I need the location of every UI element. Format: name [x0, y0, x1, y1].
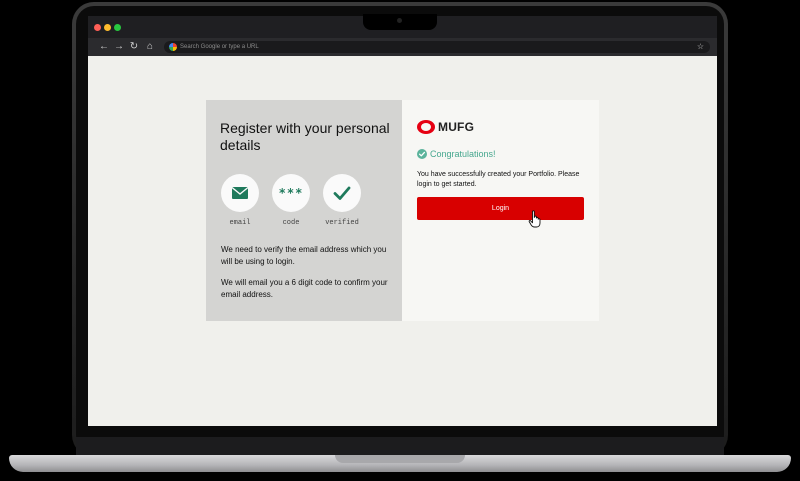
mufg-logo-icon: [417, 120, 435, 134]
address-bar[interactable]: Search Google or type a URL ☆: [164, 41, 710, 53]
step-code: *** code: [266, 174, 316, 227]
back-arrow-icon[interactable]: ←: [97, 39, 111, 55]
close-window-button[interactable]: [94, 24, 101, 31]
mufg-logo-text: MUFG: [438, 120, 475, 134]
browser-toolbar: ← → ↻ ⌂ Search Google or type a URL ☆: [88, 38, 717, 56]
step-code-label: code: [282, 219, 300, 227]
register-info-panel: Register with your personal details emai…: [206, 100, 402, 321]
star-icon[interactable]: ☆: [697, 41, 704, 53]
google-icon: [169, 43, 177, 51]
home-icon[interactable]: ⌂: [143, 39, 157, 55]
reload-icon[interactable]: ↻: [127, 39, 141, 55]
congratulations-text: Congratulations!: [430, 149, 496, 159]
verify-email-text: We need to verify the email address whic…: [221, 245, 387, 266]
laptop-bottom-bezel: [76, 437, 724, 455]
step-verified-label: verified: [325, 219, 359, 227]
checkmark-icon: [323, 174, 361, 212]
maximize-window-button[interactable]: [114, 24, 121, 31]
minimize-window-button[interactable]: [104, 24, 111, 31]
address-bar-placeholder: Search Google or type a URL: [180, 44, 259, 50]
step-email: email: [215, 174, 265, 227]
asterisks-icon: ***: [272, 174, 310, 212]
success-message: You have successfully created your Portf…: [417, 171, 580, 188]
step-verified: verified: [317, 174, 367, 227]
envelope-icon: [221, 174, 259, 212]
six-digit-code-text: We will email you a 6 digit code to conf…: [221, 278, 388, 299]
step-email-label: email: [229, 219, 251, 227]
camera-icon: [397, 18, 402, 23]
hand-cursor-icon: [528, 210, 541, 228]
laptop-open-notch: [335, 455, 465, 463]
asterisks-glyph: ***: [278, 186, 304, 200]
success-panel: MUFG Congratulations! You have successfu…: [402, 100, 599, 321]
check-circle-icon: [417, 149, 427, 159]
laptop-screen: ← → ↻ ⌂ Search Google or type a URL ☆ Re…: [88, 16, 717, 426]
camera-notch: [363, 14, 437, 30]
register-title: Register with your personal details: [220, 120, 390, 153]
login-button[interactable]: Login: [417, 197, 584, 220]
forward-arrow-icon[interactable]: →: [112, 39, 126, 55]
